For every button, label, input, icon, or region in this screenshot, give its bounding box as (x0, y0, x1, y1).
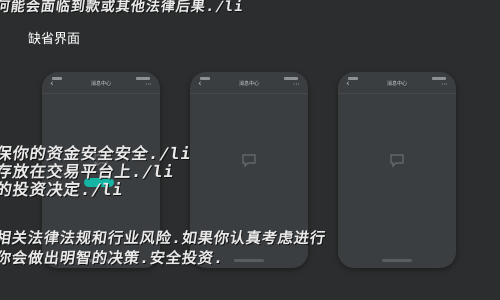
more-menu-icon[interactable]: ⋯ (441, 80, 448, 88)
phone-title: 消息中心 (386, 81, 407, 87)
header-divider (42, 93, 160, 94)
phone-title: 消息中心 (238, 81, 259, 87)
header-divider (338, 93, 456, 94)
default-screen-label: 缺省界面 (28, 32, 81, 47)
phone-mockup-3: ‹ 消息中心 ⋯ (338, 72, 456, 268)
chat-bubble-icon (390, 154, 404, 168)
chat-bubble-icon (242, 154, 256, 168)
header-divider (190, 93, 308, 94)
home-indicator (234, 259, 264, 262)
background-text-line-1: 何能会面临到款或其他法律后果./li (0, 0, 245, 15)
background-text-line-4: 的投资决定./li (0, 180, 125, 199)
more-menu-icon[interactable]: ⋯ (293, 80, 300, 88)
background-text-line-5: 相关法律法规和行业风险.如果你认真考虑进行 (0, 229, 328, 247)
phone-title: 消息中心 (90, 81, 111, 87)
home-indicator (382, 259, 412, 262)
background-text-line-6: 你会做出明智的决策.安全投资. (0, 249, 226, 267)
more-menu-icon[interactable]: ⋯ (145, 80, 152, 88)
